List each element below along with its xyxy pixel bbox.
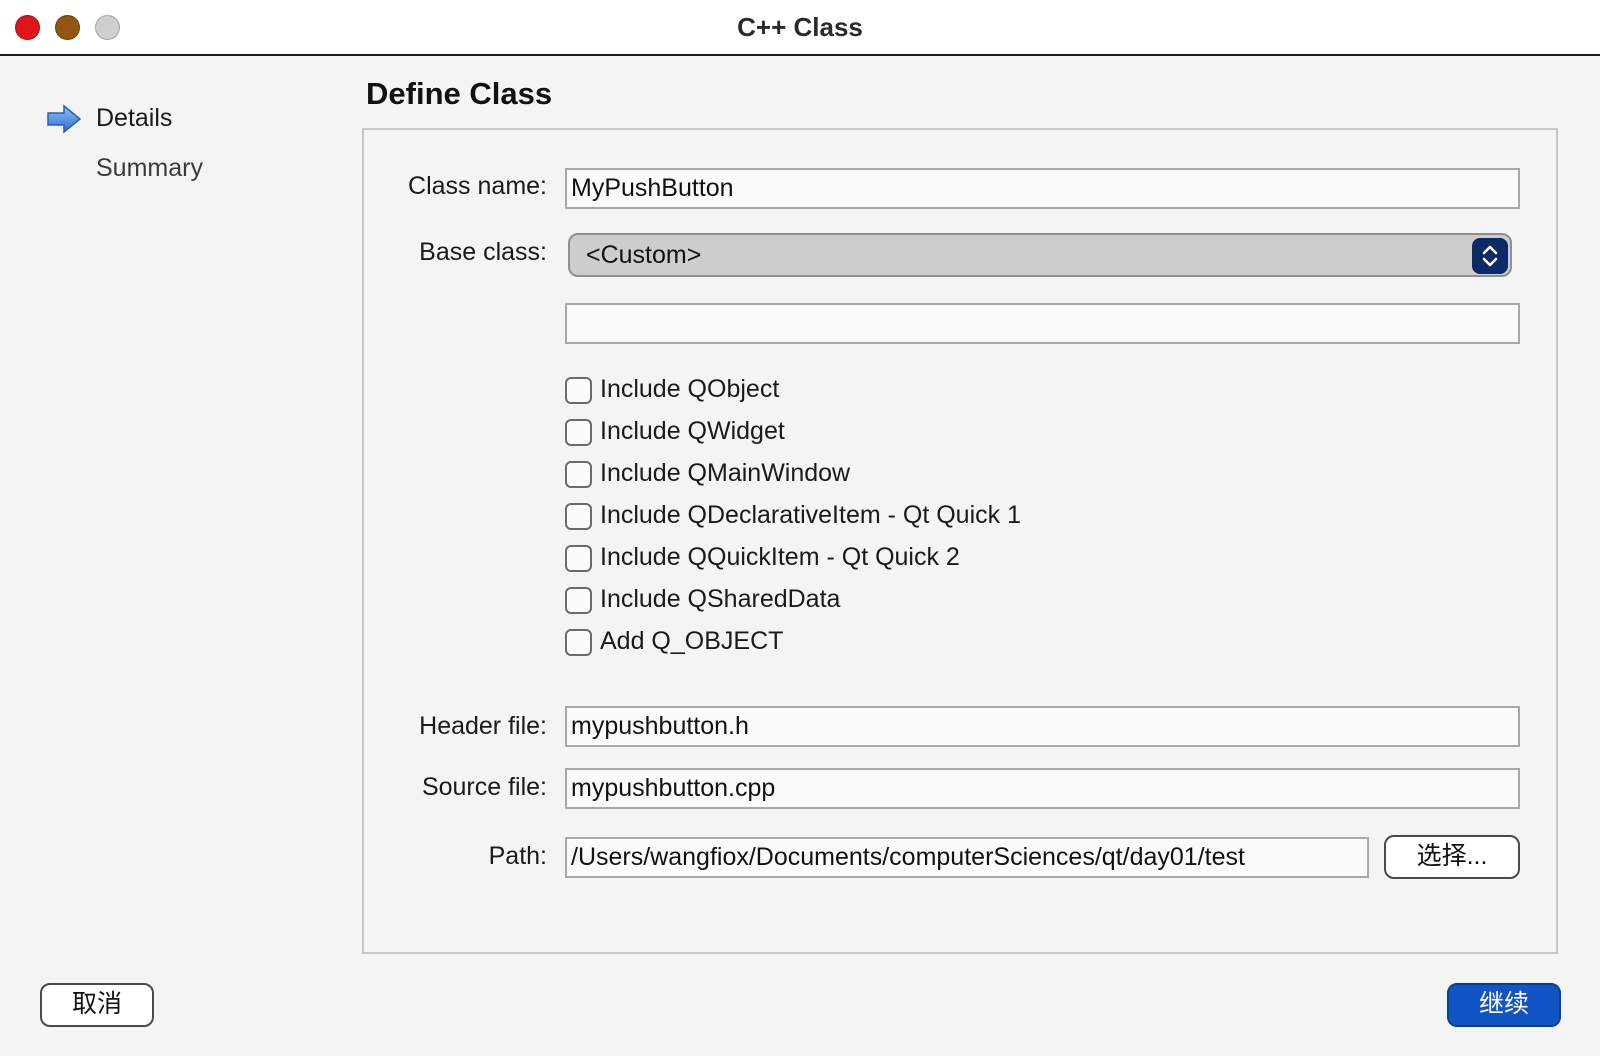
path-label: Path:	[488, 842, 547, 870]
custom-base-class-input[interactable]	[565, 303, 1520, 344]
wizard-content: Details Summary Define Class Class name:…	[0, 56, 1600, 1056]
sidebar-step-summary: Summary	[96, 154, 203, 182]
cancel-button[interactable]: 取消	[40, 983, 154, 1027]
checkbox-label: Include QSharedData	[600, 585, 841, 613]
base-class-select[interactable]: <Custom>	[568, 233, 1512, 277]
source-file-input[interactable]: mypushbutton.cpp	[565, 768, 1520, 809]
checkbox-box[interactable]	[565, 587, 592, 614]
class-name-input[interactable]: MyPushButton	[565, 168, 1520, 209]
updown-chevron-icon	[1472, 238, 1508, 274]
current-step-arrow-icon	[47, 104, 82, 134]
checkbox-box[interactable]	[565, 461, 592, 488]
class-name-label: Class name:	[408, 172, 547, 200]
checkbox-box[interactable]	[565, 545, 592, 572]
header-file-label: Header file:	[419, 712, 547, 740]
checkbox-box[interactable]	[565, 503, 592, 530]
page-title: Define Class	[366, 76, 553, 111]
sidebar-step-details: Details	[96, 104, 173, 132]
checkbox-label: Include QMainWindow	[600, 459, 851, 487]
checkbox-label: Include QDeclarativeItem - Qt Quick 1	[600, 501, 1021, 529]
browse-path-button[interactable]: 选择...	[1384, 835, 1520, 879]
title-bar: C++ Class	[0, 0, 1600, 56]
checkbox-label: Include QObject	[600, 375, 780, 403]
continue-button[interactable]: 继续	[1447, 983, 1561, 1027]
path-input[interactable]: /Users/wangfiox/Documents/computerScienc…	[565, 837, 1369, 878]
checkbox-label: Add Q_OBJECT	[600, 627, 784, 655]
checkbox-label: Include QWidget	[600, 417, 785, 445]
checkbox-box[interactable]	[565, 419, 592, 446]
header-file-input[interactable]: mypushbutton.h	[565, 706, 1520, 747]
source-file-label: Source file:	[421, 773, 547, 801]
base-class-label: Base class:	[419, 238, 547, 266]
checkbox-label: Include QQuickItem - Qt Quick 2	[600, 543, 960, 571]
base-class-selected-value: <Custom>	[586, 241, 702, 269]
checkbox-box[interactable]	[565, 377, 592, 404]
window-title: C++ Class	[737, 12, 863, 42]
checkbox-box[interactable]	[565, 629, 592, 656]
